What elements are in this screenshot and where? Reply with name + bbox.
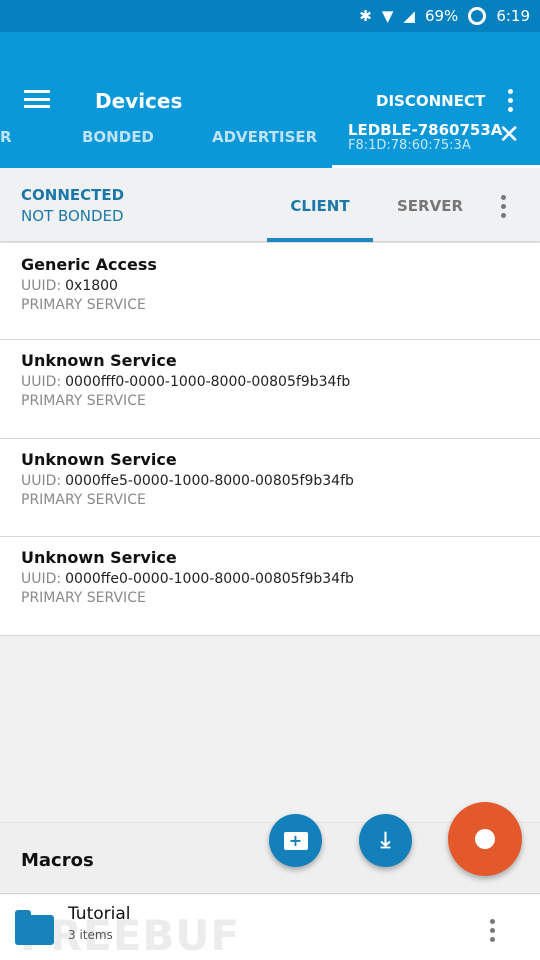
status-bar: ✱ ▼ ◢ 69% 6:19 bbox=[0, 0, 540, 32]
service-uuid-row: UUID: 0000fff0-0000-1000-8000-00805f9b34f… bbox=[21, 374, 519, 390]
service-uuid-row: UUID: 0x1800 bbox=[21, 278, 519, 294]
close-icon[interactable]: ✕ bbox=[498, 122, 520, 148]
service-uuid: 0000ffe5-0000-1000-8000-00805f9b34fb bbox=[65, 472, 354, 489]
more-options-icon[interactable] bbox=[490, 919, 495, 942]
service-type: PRIMARY SERVICE bbox=[21, 297, 146, 313]
uuid-label: UUID: bbox=[21, 374, 62, 390]
folder-icon bbox=[15, 910, 54, 945]
service-name: Unknown Service bbox=[21, 351, 177, 370]
battery-text: 69% bbox=[424, 7, 459, 25]
tab-device[interactable]: LEDBLE-7860753A F8:1D:78:60:75:3A ✕ bbox=[332, 100, 540, 168]
service-type: PRIMARY SERVICE bbox=[21, 393, 146, 409]
service-item[interactable]: Unknown Service UUID: 0000fff0-0000-1000-… bbox=[0, 340, 540, 439]
tab-server[interactable]: SERVER bbox=[397, 197, 463, 215]
uuid-label: UUID: bbox=[21, 472, 62, 489]
page-title: Devices bbox=[95, 89, 183, 113]
record-icon bbox=[475, 829, 495, 849]
bluetooth-icon: ✱ bbox=[359, 7, 372, 25]
macro-folder-item[interactable]: FREEBUF Tutorial 3 items bbox=[0, 895, 540, 960]
clock: 6:19 bbox=[496, 7, 530, 25]
service-item[interactable]: Generic Access UUID: 0x1800 PRIMARY SERVI… bbox=[0, 243, 540, 340]
service-name: Unknown Service bbox=[21, 449, 177, 469]
battery-icon bbox=[468, 7, 487, 25]
signal-icon: ◢ bbox=[403, 7, 415, 25]
folder-count: 3 items bbox=[68, 928, 113, 942]
service-type: PRIMARY SERVICE bbox=[21, 590, 146, 606]
download-icon: ⤓ bbox=[380, 828, 391, 853]
record-button[interactable] bbox=[448, 802, 522, 876]
service-uuid-row: UUID: 0000ffe5-0000-1000-8000-00805f9b34f… bbox=[21, 473, 519, 489]
service-item[interactable]: Unknown Service UUID: 0000ffe0-0000-1000-… bbox=[0, 537, 540, 636]
folder-plus-icon: + bbox=[283, 831, 308, 850]
import-button[interactable]: ⤓ bbox=[359, 814, 412, 867]
service-name: Unknown Service bbox=[21, 548, 177, 567]
tab-advertiser[interactable]: ADVERTISER bbox=[212, 128, 317, 146]
macros-title: Macros bbox=[21, 850, 94, 871]
uuid-label: UUID: bbox=[21, 571, 62, 587]
bond-state: NOT BONDED bbox=[21, 207, 124, 225]
connection-bar: CONNECTED NOT BONDED CLIENT SERVER bbox=[0, 168, 540, 242]
uuid-label: UUID: bbox=[21, 278, 62, 294]
wifi-icon: ▼ bbox=[381, 7, 394, 25]
device-name: LEDBLE-7860753A bbox=[348, 121, 503, 139]
new-folder-button[interactable]: + bbox=[269, 814, 322, 867]
folder-name: Tutorial bbox=[68, 904, 131, 924]
connection-state: CONNECTED bbox=[21, 186, 125, 204]
service-uuid-row: UUID: 0000ffe0-0000-1000-8000-00805f9b34f… bbox=[21, 571, 519, 587]
menu-icon[interactable] bbox=[24, 90, 50, 108]
service-list: Generic Access UUID: 0x1800 PRIMARY SERVI… bbox=[0, 243, 540, 636]
more-options-icon[interactable] bbox=[501, 195, 506, 218]
service-uuid: 0000fff0-0000-1000-8000-00805f9b34fb bbox=[65, 374, 351, 390]
tab-bonded[interactable]: BONDED bbox=[82, 128, 154, 146]
service-uuid: 0000ffe0-0000-1000-8000-00805f9b34fb bbox=[65, 571, 354, 587]
service-name: Generic Access bbox=[21, 255, 157, 274]
service-uuid: 0x1800 bbox=[65, 278, 118, 294]
service-type: PRIMARY SERVICE bbox=[21, 491, 146, 508]
device-mac: F8:1D:78:60:75:3A bbox=[348, 138, 471, 153]
tab-scanner[interactable]: R bbox=[0, 128, 12, 146]
service-item[interactable]: Unknown Service UUID: 0000ffe5-0000-1000-… bbox=[0, 439, 540, 537]
tab-client[interactable]: CLIENT bbox=[267, 168, 373, 242]
